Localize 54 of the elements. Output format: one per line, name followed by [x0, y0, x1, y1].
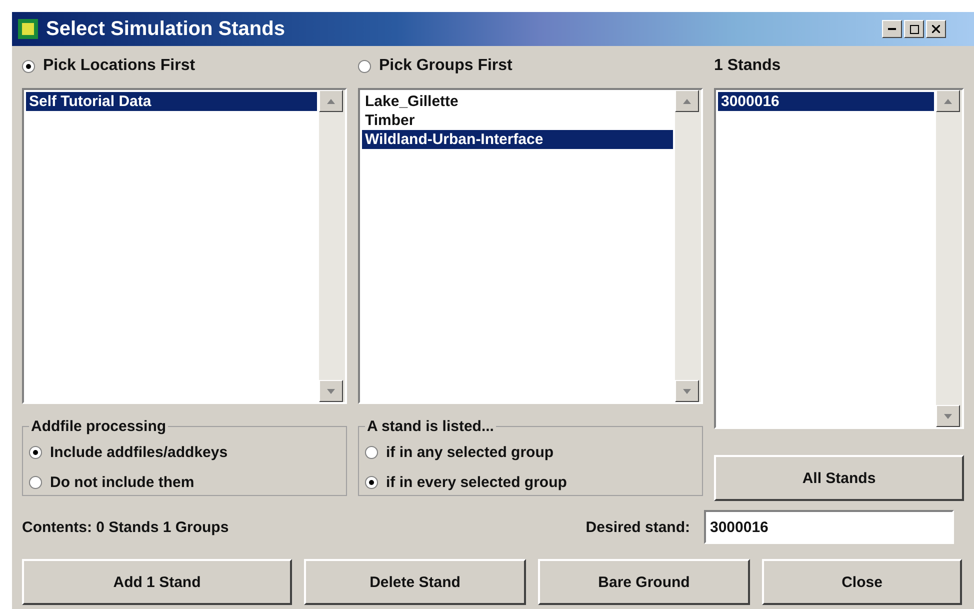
- minimize-icon: [888, 28, 896, 30]
- app-icon: [18, 19, 38, 39]
- scroll-up-button[interactable]: [319, 90, 343, 112]
- scroll-down-button[interactable]: [675, 380, 699, 402]
- radio-button[interactable]: [358, 60, 371, 72]
- radio-button[interactable]: [365, 476, 378, 488]
- scroll-down-button[interactable]: [936, 405, 960, 427]
- action-button[interactable]: Add 1 Stand: [22, 559, 292, 605]
- contents-summary: Contents: 0 Stands 1 Groups: [22, 518, 229, 536]
- radio-label[interactable]: if in any selected group: [386, 444, 554, 460]
- down-arrow-icon: [327, 388, 335, 394]
- list-item[interactable]: 3000016: [718, 92, 934, 111]
- radio-button[interactable]: [365, 446, 378, 458]
- radio-button[interactable]: [29, 476, 42, 488]
- up-arrow-icon: [944, 98, 952, 104]
- scrollbar[interactable]: [319, 90, 345, 402]
- action-button[interactable]: Delete Stand: [304, 559, 526, 605]
- close-button[interactable]: [926, 20, 946, 38]
- list-item[interactable]: Wildland-Urban-Interface: [362, 130, 673, 149]
- all-stands-button[interactable]: All Stands: [714, 455, 964, 501]
- scroll-down-button[interactable]: [319, 380, 343, 402]
- close-icon: [932, 25, 940, 33]
- maximize-button[interactable]: [904, 20, 924, 38]
- list-box[interactable]: Lake_Gillette Timber Wildland-Urban-Interface: [358, 88, 703, 404]
- stands-heading: 1 Stands: [714, 56, 782, 76]
- down-arrow-icon: [944, 414, 952, 418]
- radio-label[interactable]: Include addfiles/addkeys: [50, 444, 228, 460]
- radio-label[interactable]: Pick Groups First: [379, 57, 512, 75]
- list-item[interactable]: Lake_Gillette: [362, 92, 673, 111]
- scrollbar[interactable]: [675, 90, 701, 402]
- maximize-icon: [910, 24, 918, 34]
- scroll-up-button[interactable]: [936, 90, 960, 112]
- down-arrow-icon: [683, 388, 691, 394]
- radio-label[interactable]: if in every selected group: [386, 474, 567, 490]
- radio-button[interactable]: [22, 60, 35, 72]
- group-title: A stand is listed...: [366, 418, 495, 435]
- list-item[interactable]: Timber: [362, 111, 673, 130]
- group-title: Addfile processing: [30, 418, 168, 435]
- minimize-button[interactable]: [882, 20, 902, 38]
- scroll-up-button[interactable]: [675, 90, 699, 112]
- window-title: Select Simulation Stands: [46, 18, 285, 40]
- radio-label[interactable]: Do not include them: [50, 474, 194, 490]
- scrollbar[interactable]: [936, 90, 962, 427]
- up-arrow-icon: [327, 98, 335, 104]
- up-arrow-icon: [683, 98, 691, 104]
- desired-stand-label: Desired stand:: [586, 518, 690, 536]
- radio-label[interactable]: Pick Locations First: [43, 57, 196, 75]
- action-button[interactable]: Bare Ground: [538, 559, 750, 605]
- radio-button[interactable]: [29, 446, 42, 458]
- list-item[interactable]: Self Tutorial Data: [26, 92, 317, 111]
- action-button[interactable]: Close: [762, 559, 962, 605]
- list-box[interactable]: 3000016: [714, 88, 964, 429]
- desired-stand-field[interactable]: 3000016: [704, 510, 954, 544]
- list-box[interactable]: Self Tutorial Data: [22, 88, 347, 404]
